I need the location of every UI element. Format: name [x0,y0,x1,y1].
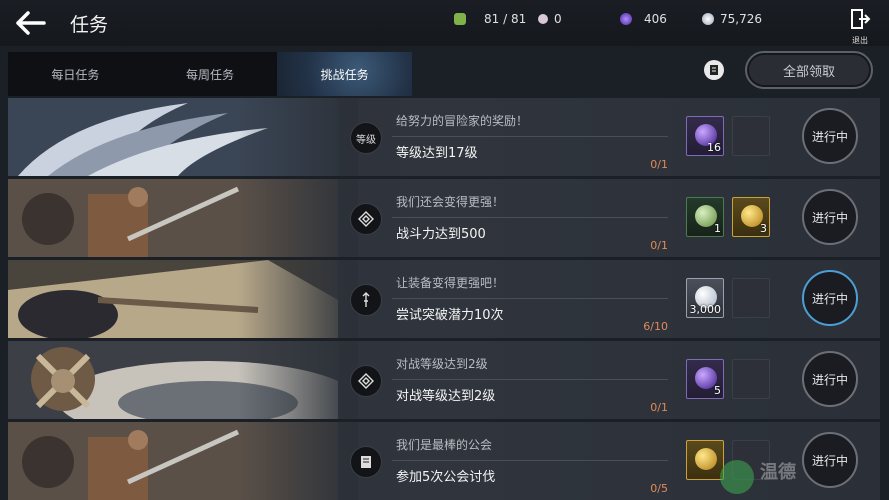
silver-coin-icon [702,13,714,25]
task-description: 战斗力达到500 [396,227,486,242]
power-category-icon [350,203,382,235]
reward-quantity: 16 [707,141,721,154]
task-tabs: 每日任务 每周任务 挑战任务 [8,52,413,96]
task-progress: 0/5 [650,482,668,495]
task-description: 尝试突破潜力10次 [396,308,504,323]
task-row: 我们还会变得更强！ 战斗力达到500 0/1 1 3 进行中 [8,179,880,257]
reward-slot[interactable]: 3,000 [686,278,724,318]
task-subtitle: 我们还会变得更强！ [396,195,505,209]
resource-stamina: 81 / 81 [454,11,526,27]
resource-silver-coin: 75,726 [702,11,762,27]
task-description: 参加5次公会讨伐 [396,470,496,485]
page-title: 任务 [70,14,109,36]
watermark-logo [720,460,754,494]
task-subtitle: 给努力的冒险家的奖励！ [396,114,529,128]
task-row: 等级 给努力的冒险家的奖励！ 等级达到17级 0/1 16 进行中 [8,98,880,176]
pearl-icon [538,14,548,24]
resource-purple-gem: 406 [620,11,667,27]
guild-category-icon [350,446,382,478]
reward-quantity: 3 [760,222,767,235]
task-subtitle: 让装备变得更强吧！ [396,276,505,290]
task-subtitle: 对战等级达到2级 [396,357,488,371]
task-progress: 0/1 [650,239,668,252]
back-arrow-icon[interactable] [14,8,48,38]
reward-slot[interactable]: 3 [732,197,770,237]
task-progress: 6/10 [643,320,668,333]
exit-door-icon [851,9,871,29]
reward-slot[interactable]: 16 [686,116,724,156]
top-bar: 任务 81 / 81 0 406 75,726 退出 [0,0,889,46]
info-icon[interactable] [704,60,724,80]
task-progress: 0/1 [650,158,668,171]
exit-button[interactable]: 退出 [848,8,872,45]
pearl-value: 0 [554,12,562,26]
task-row: 让装备变得更强吧！ 尝试突破潜力10次 6/10 3,000 进行中 [8,260,880,338]
status-button[interactable]: 进行中 [802,108,858,164]
tab-daily[interactable]: 每日任务 [8,52,143,96]
tab-challenge[interactable]: 挑战任务 [277,52,413,96]
reward-slot[interactable] [686,440,724,480]
upgrade-category-icon [350,284,382,316]
status-button[interactable]: 进行中 [802,270,858,326]
reward-quantity: 5 [714,384,721,397]
task-description: 等级达到17级 [396,146,478,161]
stamina-value: 81 / 81 [484,12,527,26]
reward-slot-empty [732,278,770,318]
reward-slot[interactable]: 5 [686,359,724,399]
status-button[interactable]: 进行中 [802,432,858,488]
purple-gem-value: 406 [644,12,667,26]
reward-slot-empty [732,116,770,156]
gold-coin-icon [695,448,717,470]
pvp-category-icon [350,365,382,397]
stamina-icon [454,13,466,25]
exit-label: 退出 [852,36,868,45]
silver-coin-value: 75,726 [720,12,762,26]
claim-all-button[interactable]: 全部领取 [745,51,873,89]
level-category-icon: 等级 [350,122,382,154]
status-button[interactable]: 进行中 [802,351,858,407]
reward-quantity: 1 [714,222,721,235]
reward-slot[interactable]: 1 [686,197,724,237]
status-button[interactable]: 进行中 [802,189,858,245]
purple-gem-icon [620,13,632,25]
tab-weekly[interactable]: 每周任务 [143,52,278,96]
task-progress: 0/1 [650,401,668,414]
task-subtitle: 我们是最棒的公会 [396,438,493,452]
task-description: 对战等级达到2级 [396,389,496,404]
task-row: 对战等级达到2级 对战等级达到2级 0/1 5 进行中 [8,341,880,419]
reward-quantity: 3,000 [689,303,722,316]
resource-pearl: 0 [538,11,562,27]
reward-slot-empty [732,359,770,399]
watermark-text: 温德 [760,462,796,483]
